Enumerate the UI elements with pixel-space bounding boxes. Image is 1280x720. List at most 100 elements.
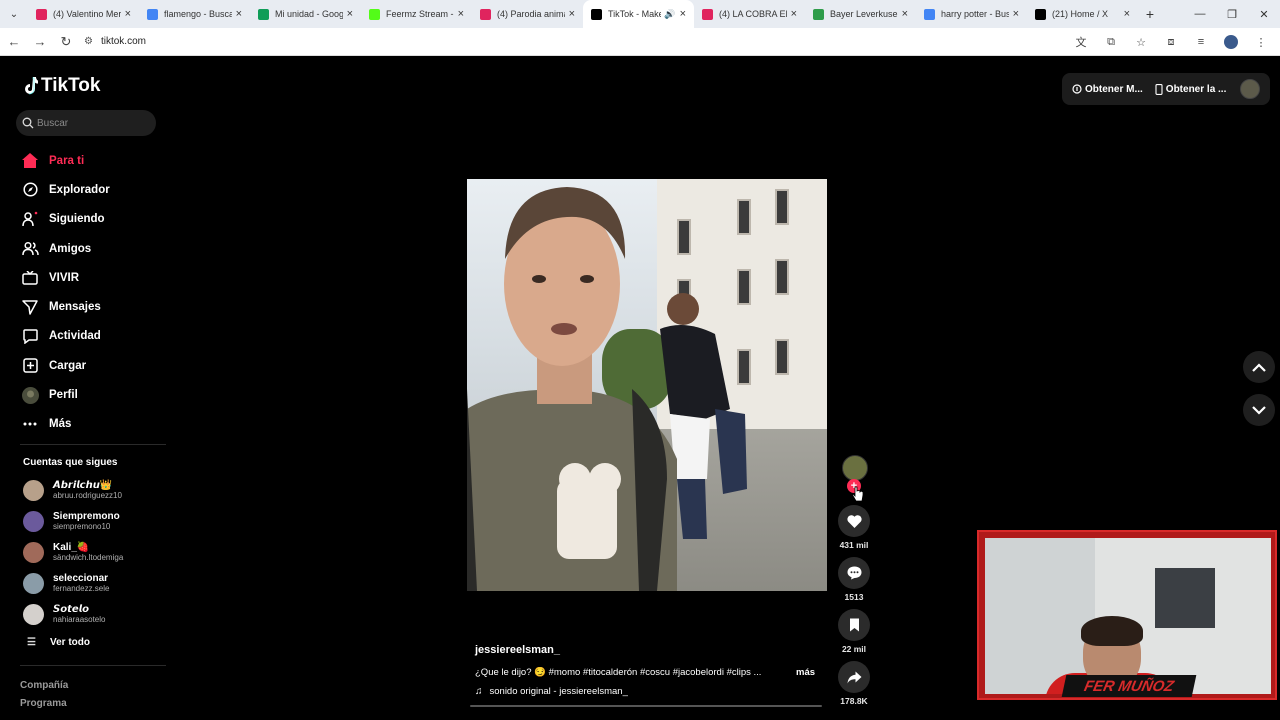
nav-more[interactable]: Más bbox=[20, 410, 170, 439]
bookmark-star-icon[interactable]: ☆ bbox=[1130, 30, 1152, 54]
webcam-feed bbox=[985, 538, 1271, 694]
see-all-button[interactable]: ☰ Ver todo bbox=[27, 637, 90, 648]
save-button[interactable] bbox=[838, 609, 870, 641]
browser-tab[interactable]: Mi unidad - Googl × bbox=[250, 0, 361, 28]
activity-icon bbox=[20, 326, 40, 346]
minimize-button[interactable]: — bbox=[1184, 0, 1216, 28]
next-video-button[interactable] bbox=[1243, 394, 1275, 426]
nav-label: Amigos bbox=[49, 242, 92, 255]
nav-explore[interactable]: Explorador bbox=[20, 175, 170, 204]
profile-avatar bbox=[20, 385, 40, 405]
browser-tab-bar: ⌄ (4) Valentino Merl × flamengo - Buscar × M… bbox=[0, 0, 1280, 28]
install-app-icon[interactable]: ⧉ bbox=[1100, 30, 1122, 54]
save-action[interactable]: 22 mil bbox=[838, 609, 870, 654]
heart-icon bbox=[846, 514, 862, 528]
tab-close-icon[interactable]: × bbox=[236, 8, 242, 20]
nav-upload[interactable]: Cargar bbox=[20, 351, 170, 380]
browser-tab[interactable]: (4) LA COBRA EN × bbox=[694, 0, 805, 28]
browser-toolbar: ← → ↻ ⚙ tiktok.com 文 ⧉ ☆ ⧈ ≡ ⋮ bbox=[0, 28, 1280, 56]
browser-menu-icon[interactable]: ⋮ bbox=[1250, 30, 1272, 54]
get-app-label: Obtener la ... bbox=[1165, 83, 1227, 95]
following-account[interactable]: Kali_🍓 sändwich.ltodemiga bbox=[23, 542, 123, 563]
tab-close-icon[interactable]: × bbox=[569, 8, 575, 20]
like-button[interactable] bbox=[838, 505, 870, 537]
tab-close-icon[interactable]: × bbox=[458, 8, 464, 20]
get-app-button[interactable]: Obtener la ... bbox=[1155, 83, 1227, 95]
nav-messages[interactable]: Mensajes bbox=[20, 292, 170, 321]
video-player[interactable] bbox=[467, 179, 827, 591]
tab-audio-icon[interactable]: 🔊 bbox=[664, 9, 675, 20]
browser-tab[interactable]: flamengo - Buscar × bbox=[139, 0, 250, 28]
maximize-button[interactable]: ❐ bbox=[1216, 0, 1248, 28]
reload-button[interactable]: ↻ bbox=[54, 30, 78, 54]
address-bar[interactable]: ⚙ tiktok.com bbox=[84, 36, 146, 47]
tab-close-icon[interactable]: × bbox=[347, 8, 353, 20]
like-count: 431 mil bbox=[839, 540, 869, 550]
tab-close-icon[interactable]: × bbox=[1124, 8, 1130, 20]
comment-action[interactable]: 1513 bbox=[838, 557, 870, 602]
forward-button[interactable]: → bbox=[28, 30, 52, 54]
extensions-icon[interactable]: ⧈ bbox=[1160, 30, 1182, 54]
following-account[interactable]: Siempremono siempremono10 bbox=[23, 511, 120, 532]
back-button[interactable]: ← bbox=[2, 30, 26, 54]
user-avatar[interactable] bbox=[1240, 79, 1260, 99]
tab-favicon-icon bbox=[591, 8, 602, 20]
nav-activity[interactable]: Actividad bbox=[20, 322, 170, 351]
nav-following[interactable]: Siguiendo bbox=[20, 205, 170, 234]
creator-avatar[interactable] bbox=[842, 455, 868, 481]
browser-tab[interactable]: TikTok - Make 🔊 × bbox=[583, 0, 694, 28]
chevron-up-icon bbox=[1252, 362, 1266, 372]
tiktok-logo[interactable]: TikTok bbox=[22, 75, 100, 97]
search-bar[interactable] bbox=[16, 110, 156, 136]
live-icon bbox=[20, 268, 40, 288]
comment-button[interactable] bbox=[838, 557, 870, 589]
share-button[interactable] bbox=[838, 661, 870, 693]
translate-icon[interactable]: 文 bbox=[1070, 30, 1092, 54]
tab-title: (4) Valentino Merl bbox=[53, 9, 121, 19]
video-main-person bbox=[467, 187, 677, 591]
share-action[interactable]: 178.8K bbox=[838, 661, 870, 706]
nav-label: Actividad bbox=[49, 330, 101, 343]
sidebar-divider bbox=[20, 665, 166, 666]
tab-close-icon[interactable]: × bbox=[680, 8, 686, 20]
footer-program-link[interactable]: Programa bbox=[20, 698, 67, 709]
site-info-icon[interactable]: ⚙ bbox=[84, 36, 93, 47]
browser-tab[interactable]: (21) Home / X × bbox=[1027, 0, 1138, 28]
like-action[interactable]: 431 mil bbox=[838, 505, 870, 550]
tab-close-icon[interactable]: × bbox=[791, 8, 797, 20]
browser-tab[interactable]: (4) Parodia anima × bbox=[472, 0, 583, 28]
profile-icon[interactable] bbox=[1220, 30, 1242, 54]
footer-company-link[interactable]: Compañía bbox=[20, 680, 68, 691]
browser-tab[interactable]: harry potter - Bus × bbox=[916, 0, 1027, 28]
video-sound[interactable]: ♫ sonido original - jessiereelsman_ bbox=[475, 686, 628, 697]
browser-tab[interactable]: (4) Valentino Merl × bbox=[28, 0, 139, 28]
account-username: sändwich.ltodemiga bbox=[53, 553, 124, 562]
nav-for-you[interactable]: Para ti bbox=[20, 146, 170, 175]
tab-close-icon[interactable]: × bbox=[1013, 8, 1019, 20]
tab-close-icon[interactable]: × bbox=[125, 8, 131, 20]
new-tab-button[interactable]: + bbox=[1138, 6, 1162, 22]
sound-label: sonido original - jessiereelsman_ bbox=[489, 686, 628, 697]
following-account[interactable]: 𝘼𝙗𝙧𝙞𝙡𝙘𝙝𝙪👑 abruu.rodriguezz10 bbox=[23, 480, 122, 501]
close-window-button[interactable]: ✕ bbox=[1248, 0, 1280, 28]
tiktok-note-icon bbox=[25, 77, 38, 95]
nav-friends[interactable]: Amigos bbox=[20, 234, 170, 263]
caption-more-button[interactable]: más bbox=[796, 667, 815, 678]
media-control-icon[interactable]: ≡ bbox=[1190, 30, 1212, 54]
tab-search-button[interactable]: ⌄ bbox=[0, 0, 28, 28]
nav-live[interactable]: VIVIR bbox=[20, 263, 170, 292]
browser-tab[interactable]: Bayer Leverkusen × bbox=[805, 0, 916, 28]
following-account[interactable]: 𝙎𝙤𝙩𝙚𝙡𝙤 nahiaraasotelo bbox=[23, 604, 105, 625]
tab-favicon-icon bbox=[702, 8, 713, 20]
nav-profile[interactable]: Perfil bbox=[20, 380, 170, 409]
previous-video-button[interactable] bbox=[1243, 351, 1275, 383]
video-author[interactable]: jessiereelsman_ bbox=[475, 644, 560, 656]
browser-tab[interactable]: Feermz Stream - × bbox=[361, 0, 472, 28]
account-avatar bbox=[23, 511, 44, 532]
search-input[interactable] bbox=[37, 117, 147, 129]
following-account[interactable]: seleccionar fernandezz.sele bbox=[23, 573, 109, 594]
sidebar-divider bbox=[20, 444, 166, 445]
video-progress-bar[interactable] bbox=[470, 705, 822, 707]
tab-close-icon[interactable]: × bbox=[902, 8, 908, 20]
get-coins-button[interactable]: Obtener M... bbox=[1072, 84, 1143, 95]
